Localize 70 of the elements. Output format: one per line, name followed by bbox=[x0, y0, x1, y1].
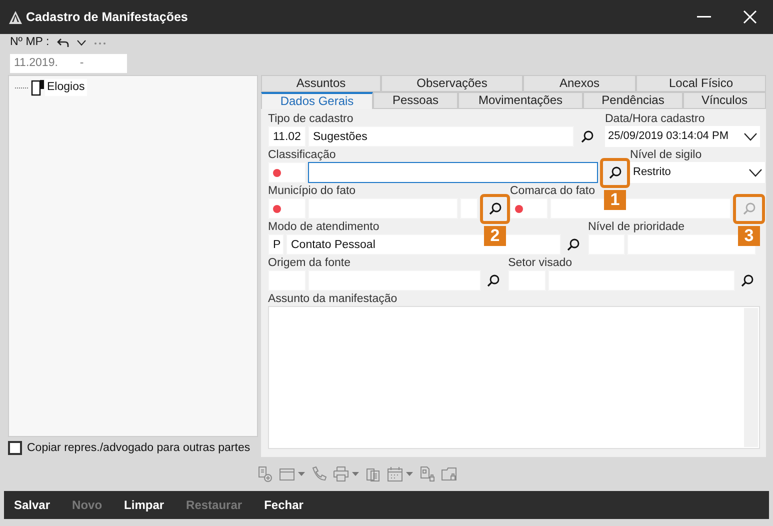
field-label: Setor visado bbox=[508, 256, 574, 270]
search-icon bbox=[486, 274, 500, 287]
action-button[interactable]: Limpar bbox=[120, 494, 168, 516]
field-label: Tipo de cadastro bbox=[268, 112, 354, 126]
action-button[interactable]: Salvar bbox=[10, 494, 54, 516]
tab[interactable]: Pessoas bbox=[373, 92, 458, 109]
printer-icon[interactable] bbox=[333, 466, 349, 482]
input-field[interactable]: 11.02 bbox=[268, 126, 306, 147]
checkbox[interactable] bbox=[8, 441, 22, 456]
field-label: Assunto da manifestação bbox=[268, 292, 398, 306]
search-icon bbox=[580, 130, 594, 143]
undo-icon[interactable] bbox=[57, 38, 70, 48]
app-logo-icon bbox=[9, 10, 22, 24]
close-icon bbox=[743, 10, 757, 24]
caret-icon[interactable] bbox=[352, 472, 359, 476]
tab[interactable]: Assuntos bbox=[261, 75, 381, 92]
tab[interactable]: Observações bbox=[381, 75, 523, 92]
phone-icon[interactable] bbox=[311, 466, 327, 482]
clipboard-icon[interactable] bbox=[365, 466, 381, 482]
field-label: Nível de sigilo bbox=[630, 148, 703, 162]
input-field[interactable]: Sugestões bbox=[308, 126, 574, 147]
field-label: Data/Hora cadastro bbox=[605, 112, 706, 126]
field-label: Comarca do fato bbox=[510, 184, 596, 198]
tab[interactable]: Pendências bbox=[583, 92, 683, 109]
field-label: Classificação bbox=[268, 148, 337, 162]
tree-line bbox=[15, 86, 29, 89]
document-lock-icon[interactable] bbox=[419, 466, 435, 482]
required-dot-icon bbox=[273, 204, 281, 212]
search-icon bbox=[488, 202, 502, 215]
more-icon[interactable] bbox=[94, 42, 106, 44]
chevron-down-icon bbox=[744, 132, 757, 140]
search-icon bbox=[608, 166, 622, 179]
tab[interactable]: Movimentações bbox=[458, 92, 583, 109]
caret-icon[interactable] bbox=[298, 472, 305, 476]
tab[interactable]: Dados Gerais bbox=[261, 92, 373, 109]
input-field[interactable]: P bbox=[268, 234, 284, 255]
required-dot-icon bbox=[515, 204, 523, 212]
field-label: Modo de atendimento bbox=[268, 220, 380, 234]
callout-badge: 2 bbox=[484, 226, 506, 246]
search-icon bbox=[566, 238, 580, 251]
field-label: Origem da fonte bbox=[268, 256, 352, 270]
checkbox-label: Copiar repres./advogado para outras partes bbox=[27, 440, 250, 456]
input-field[interactable] bbox=[308, 162, 598, 183]
tab[interactable]: Vínculos bbox=[683, 92, 766, 109]
mp-number-field[interactable]: 11.2019. - bbox=[10, 54, 127, 73]
mp-label: Nº MP : bbox=[10, 35, 50, 50]
action-button[interactable]: Fechar bbox=[260, 494, 308, 516]
document-icon bbox=[31, 80, 45, 96]
folder-lock-icon[interactable] bbox=[441, 466, 457, 482]
tab[interactable]: Local Físico bbox=[636, 75, 766, 92]
dropdown[interactable]: Restrito bbox=[630, 162, 765, 183]
field-label: Nível de prioridade bbox=[588, 220, 686, 234]
field-label: Município do fato bbox=[268, 184, 357, 198]
search-icon bbox=[740, 274, 754, 287]
scrollbar[interactable] bbox=[744, 308, 758, 447]
search-icon bbox=[742, 202, 756, 215]
callout-badge: 1 bbox=[604, 190, 626, 210]
add-document-icon[interactable] bbox=[257, 466, 273, 482]
minimize-icon bbox=[697, 16, 711, 18]
tree-item[interactable]: Elogios bbox=[45, 79, 87, 96]
chevron-down-icon[interactable] bbox=[77, 40, 86, 46]
callout-badge: 3 bbox=[738, 226, 760, 246]
window-icon[interactable] bbox=[279, 466, 295, 482]
required-dot-icon bbox=[273, 168, 281, 176]
calendar-icon[interactable] bbox=[387, 466, 403, 482]
chevron-down-icon bbox=[749, 168, 762, 176]
dropdown[interactable]: 25/09/2019 03:14:04 PM bbox=[605, 126, 760, 147]
tab[interactable]: Anexos bbox=[523, 75, 636, 92]
window-title: Cadastro de Manifestações bbox=[26, 8, 188, 26]
caret-icon[interactable] bbox=[406, 472, 413, 476]
